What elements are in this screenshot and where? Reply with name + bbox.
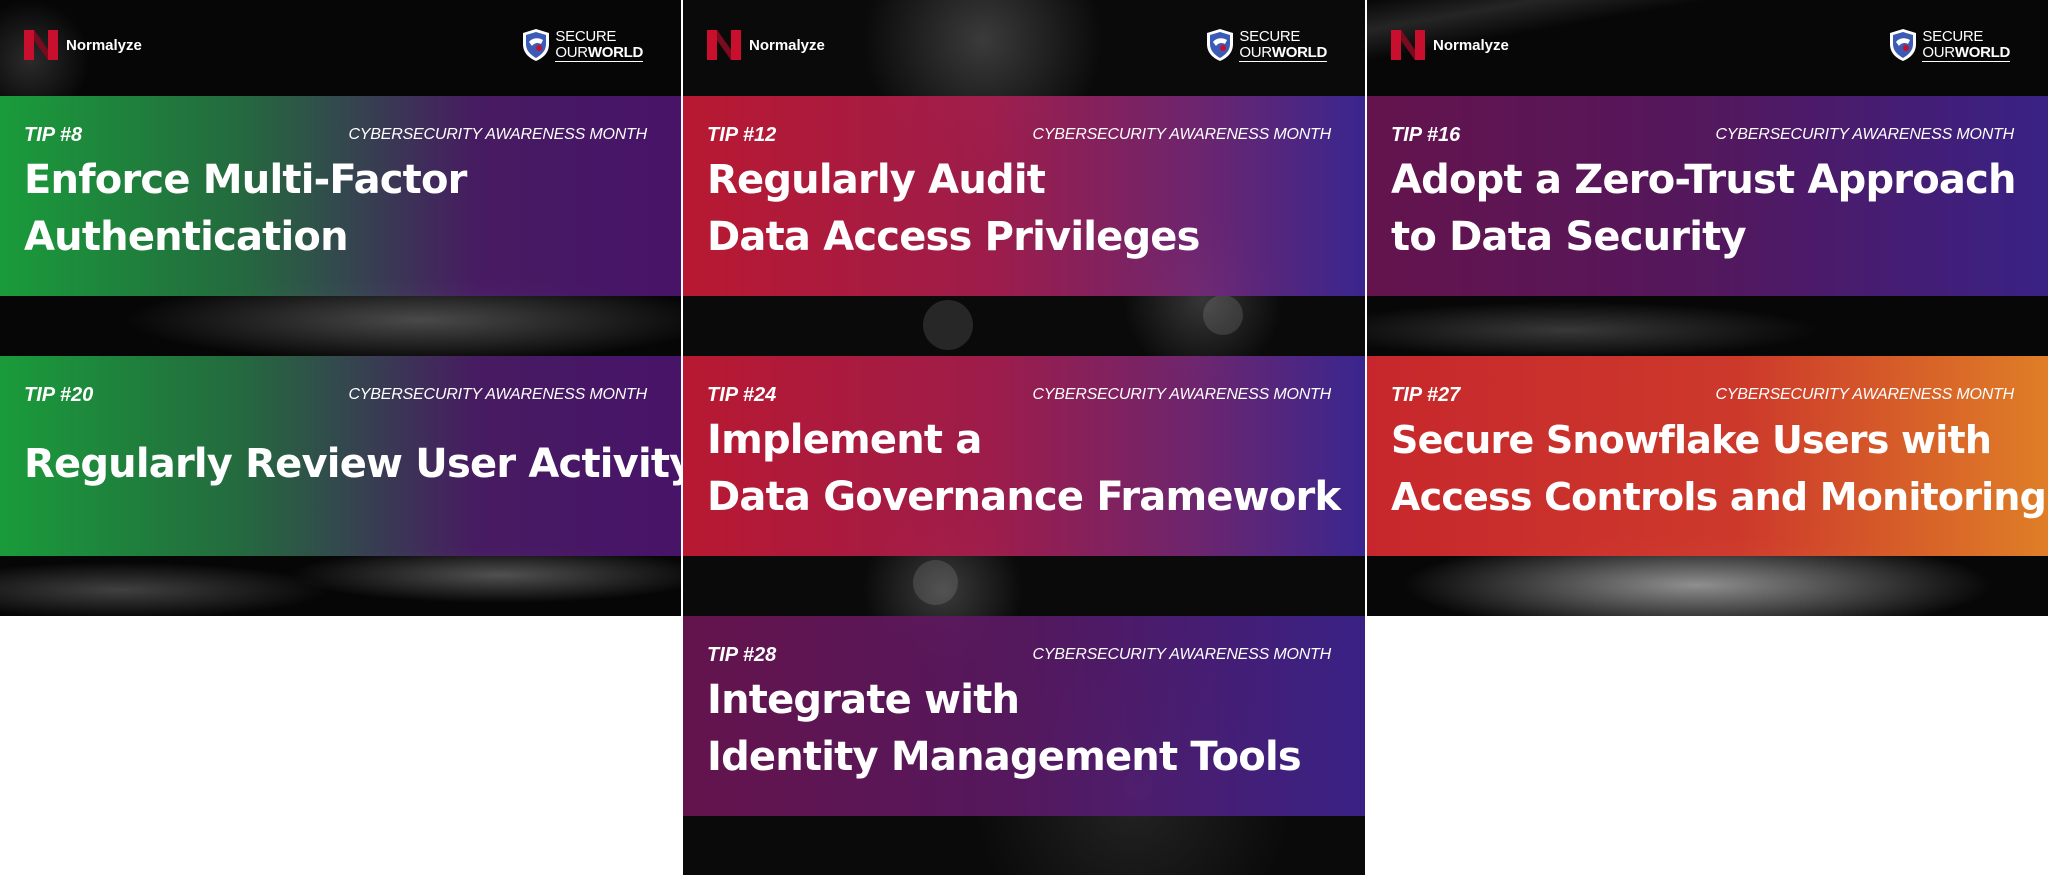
secure-our-world-shield-icon	[1207, 29, 1234, 61]
secure-our-world-shield-icon	[523, 29, 550, 61]
secure-our-world-logo: SECURE OURWORLD	[1205, 28, 1327, 62]
brand-name: Normalyze	[66, 36, 142, 54]
tip-number: TIP #8	[24, 124, 83, 146]
normalyze-logo-icon	[1391, 30, 1425, 60]
tip-number: TIP #20	[24, 384, 94, 406]
partner-line2: OURWORLD	[555, 43, 643, 62]
header: Normalyze SECURE OURWORLD	[1367, 0, 2048, 96]
column-2: Normalyze SECURE OURWORLD TIP #12 CYBERS…	[683, 0, 1365, 875]
month-label: CYBERSECURITY AWARENESS MONTH	[1715, 386, 2014, 403]
tip-title: Regularly Audit Data Access Privileges	[707, 157, 1200, 260]
partner-line1: SECURE	[555, 27, 617, 45]
normalyze-logo-icon	[24, 30, 58, 60]
brand: Normalyze	[707, 30, 825, 60]
column-1: Normalyze SECURE OURWORLD TIP #8 CYBERSE…	[0, 0, 695, 616]
partner-line2: OURWORLD	[1239, 43, 1327, 62]
tip-number: TIP #28	[707, 644, 777, 666]
brand: Normalyze	[1391, 30, 1509, 60]
tip-title: Secure Snowflake Users with Access Contro…	[1391, 418, 2047, 519]
month-label: CYBERSECURITY AWARENESS MONTH	[1715, 126, 2014, 143]
tip-card: TIP #12 CYBERSECURITY AWARENESS MONTH Re…	[683, 96, 1365, 296]
tip-card: TIP #20 CYBERSECURITY AWARENESS MONTH Re…	[0, 356, 695, 556]
tip-title: Enforce Multi-Factor Authentication	[24, 157, 467, 260]
header: Normalyze SECURE OURWORLD	[683, 0, 1365, 96]
partner-line1: SECURE	[1922, 27, 1984, 45]
tip-title: Regularly Review User Activity	[24, 441, 695, 487]
tip-title: Adopt a Zero-Trust Approach to Data Secur…	[1391, 157, 2017, 260]
month-label: CYBERSECURITY AWARENESS MONTH	[348, 126, 647, 143]
secure-our-world-logo: SECURE OURWORLD	[1888, 28, 2010, 62]
month-label: CYBERSECURITY AWARENESS MONTH	[1032, 646, 1331, 663]
tip-card: TIP #27 CYBERSECURITY AWARENESS MONTH Se…	[1367, 356, 2048, 556]
secure-our-world-shield-icon	[1890, 29, 1917, 61]
header: Normalyze SECURE OURWORLD	[0, 0, 681, 96]
tip-card: TIP #28 CYBERSECURITY AWARENESS MONTH In…	[683, 616, 1365, 816]
normalyze-logo-icon	[707, 30, 741, 60]
tip-title: Implement a Data Governance Framework	[707, 417, 1341, 520]
tip-card: TIP #16 CYBERSECURITY AWARENESS MONTH Ad…	[1367, 96, 2048, 296]
partner-line1: SECURE	[1239, 27, 1301, 45]
tip-number: TIP #12	[707, 124, 777, 146]
column-3: Normalyze SECURE OURWORLD TIP #16 CYBERS…	[1367, 0, 2048, 616]
tip-card: TIP #8 CYBERSECURITY AWARENESS MONTH Enf…	[0, 96, 681, 296]
tip-card: TIP #24 CYBERSECURITY AWARENESS MONTH Im…	[683, 356, 1365, 556]
tip-title: Integrate with Identity Management Tools	[707, 677, 1302, 780]
month-label: CYBERSECURITY AWARENESS MONTH	[1032, 126, 1331, 143]
partner-line2: OURWORLD	[1922, 43, 2010, 62]
tip-number: TIP #27	[1391, 384, 1461, 406]
month-label: CYBERSECURITY AWARENESS MONTH	[348, 386, 647, 403]
brand: Normalyze	[24, 30, 142, 60]
month-label: CYBERSECURITY AWARENESS MONTH	[1032, 386, 1331, 403]
tip-number: TIP #24	[707, 384, 777, 406]
brand-name: Normalyze	[749, 36, 825, 54]
brand-name: Normalyze	[1433, 36, 1509, 54]
secure-our-world-logo: SECURE OURWORLD	[521, 28, 643, 62]
tip-number: TIP #16	[1391, 124, 1461, 146]
